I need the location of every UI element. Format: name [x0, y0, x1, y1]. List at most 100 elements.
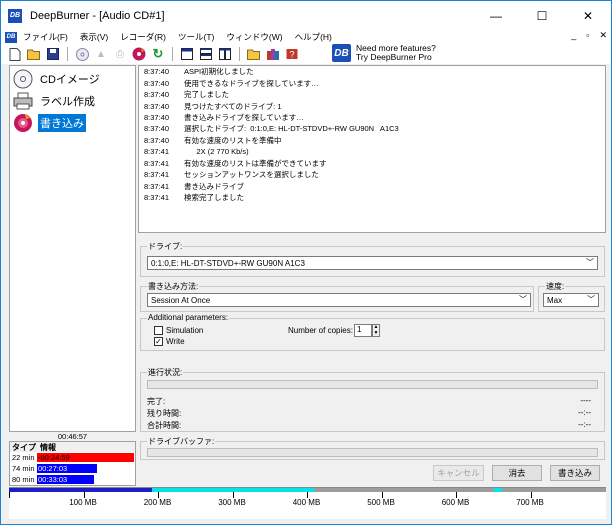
- app-icon: DB: [8, 8, 22, 23]
- nav-item-burn[interactable]: 書き込み: [12, 112, 86, 134]
- stepper-arrows-icon[interactable]: ▲ ▼: [372, 324, 380, 337]
- params-label: Additional parameters:: [147, 313, 230, 322]
- nav-label-label: ラベル作成: [40, 96, 95, 108]
- log-entry: 8:37:40 見つけたすべてのドライブ: 1: [139, 100, 605, 111]
- log-entry: 8:37:41 書き込みドライブ: [139, 180, 605, 191]
- menu-window[interactable]: ウィンドウ(W): [220, 31, 288, 43]
- svg-text:?: ?: [289, 50, 294, 60]
- menu-view[interactable]: 表示(V): [74, 31, 114, 43]
- capacity-row: 22 min -00:24:59: [10, 452, 135, 463]
- drive-group: ドライブ: 0:1:0,E: HL-DT-STDVD+-RW GU90N A1C…: [140, 241, 605, 277]
- log-entry: 8:37:40 有効な速度のリストを準備中: [139, 135, 605, 146]
- log-time: 8:37:40: [144, 78, 170, 88]
- menu-tools[interactable]: ツール(T): [172, 31, 220, 43]
- open-icon[interactable]: [26, 46, 42, 62]
- log-message: 書き込みドライブを探しています…: [184, 112, 304, 122]
- deepburner-logo: DB: [332, 44, 351, 62]
- log-time: 8:37:40: [144, 101, 170, 111]
- close-button[interactable]: ✕: [565, 1, 611, 30]
- log-panel[interactable]: 8:37:40 ASPI初期化しました 8:37:40 使用できるなドライブを探してい…: [138, 65, 606, 233]
- burn-icon[interactable]: [131, 46, 147, 62]
- log-time: 8:37:40: [144, 67, 170, 77]
- menu-help[interactable]: ヘルプ(H): [289, 31, 338, 43]
- disc-icon[interactable]: [74, 46, 90, 62]
- copies-stepper[interactable]: 1 ▲ ▼: [354, 324, 380, 337]
- cancel-button[interactable]: キャンセル: [433, 465, 484, 481]
- log-entry: 8:37:40 選択したドライブ: 0:1:0,E: HL-DT-STDVD+-R…: [139, 123, 605, 134]
- simulation-checkbox[interactable]: Simulation: [154, 326, 203, 335]
- maximize-button[interactable]: ☐: [519, 1, 565, 30]
- folder-icon[interactable]: [246, 46, 262, 62]
- window-icon[interactable]: [179, 46, 195, 62]
- log-entry: 8:37:41 2X (2 770 Kb/s): [139, 146, 605, 157]
- complete-value: ----: [580, 396, 591, 405]
- ruler-label: 400 MB: [292, 498, 321, 507]
- new-icon[interactable]: [7, 46, 23, 62]
- drive-select[interactable]: 0:1:0,E: HL-DT-STDVD+-RW GU90N A1C3 ﹀: [147, 256, 598, 270]
- mdi-restore-button[interactable]: ▫: [586, 30, 589, 41]
- capacity-min: 80 min: [12, 475, 35, 484]
- checkbox-box: [154, 326, 163, 335]
- nav-label-burn: 書き込み: [38, 114, 86, 132]
- save-icon[interactable]: [45, 46, 61, 62]
- log-time: 8:37:40: [144, 124, 170, 134]
- log-time: 8:37:41: [144, 158, 170, 168]
- checkbox-box: ✓: [154, 337, 163, 346]
- mdi-doc-icon[interactable]: DB: [5, 31, 17, 43]
- printer-icon: [12, 90, 34, 112]
- log-message: 完了しました: [184, 90, 229, 100]
- capacity-table: タイプ 情報 22 min -00:24:59 74 min 00:27:03 …: [9, 441, 136, 486]
- log-message: 検索完了しました: [184, 193, 244, 203]
- erase-button[interactable]: 消去: [492, 465, 542, 481]
- ruler-label: 200 MB: [143, 498, 172, 507]
- capacity-min: 74 min: [12, 464, 35, 473]
- log-entry: 8:37:41 有効な速度のリストは準備ができています: [139, 158, 605, 169]
- help-icon[interactable]: ?: [284, 46, 300, 62]
- log-message: セッションアットワンスを選択しました: [184, 170, 319, 180]
- drive-group-label: ドライブ:: [147, 241, 184, 252]
- log-time: 8:37:41: [144, 193, 170, 203]
- menu-file[interactable]: ファイル(F): [17, 31, 74, 43]
- eject-icon[interactable]: ▲: [93, 46, 109, 62]
- chevron-down-icon: ﹀: [519, 295, 527, 304]
- menu-recorder[interactable]: レコーダ(R): [114, 31, 172, 43]
- log-message: 書き込みドライブ: [184, 181, 244, 191]
- toolbar: ▲ ⎙ ↻ ? DB Need more features? Try DeepB…: [1, 44, 611, 64]
- total-duration: 00:46:57: [57, 432, 88, 441]
- books-icon[interactable]: [265, 46, 281, 62]
- log-time: 8:37:40: [144, 112, 170, 122]
- tile-vertical-icon[interactable]: [217, 46, 233, 62]
- write-checkbox[interactable]: ✓ Write: [154, 337, 185, 346]
- speed-label: 速度:: [545, 281, 566, 292]
- ruler-label: 700 MB: [516, 498, 544, 507]
- nav-item-label[interactable]: ラベル作成: [12, 90, 97, 112]
- log-time: 8:37:41: [144, 170, 170, 180]
- burn-button[interactable]: 書き込み: [550, 465, 600, 481]
- pro-promo[interactable]: DB Need more features? Try DeepBurner Pr…: [332, 44, 436, 62]
- capacity-ruler: 100 MB 200 MB 300 MB 400 MB 500 MB 600 MB 700 …: [9, 487, 606, 519]
- capacity-bar: 00:33:03: [37, 475, 95, 484]
- log-entry: 8:37:40 書き込みドライブを探しています…: [139, 112, 605, 123]
- log-message: ASPI初期化しました: [184, 67, 254, 77]
- capacity-row: 74 min 00:27:03: [10, 463, 135, 474]
- nav-item-cd-image[interactable]: CDイメージ: [12, 68, 102, 90]
- print-icon[interactable]: ⎙: [112, 46, 128, 62]
- mdi-minimize-button[interactable]: _: [571, 30, 576, 41]
- speed-select[interactable]: Max ﹀: [543, 293, 599, 307]
- refresh-icon[interactable]: ↻: [150, 46, 166, 62]
- progress-group: 進行状況: 完了: ---- 残り時間: --:-- 合計時間: --:--: [140, 367, 605, 432]
- buffer-label: ドライブバッファ:: [147, 436, 216, 447]
- write-method-select[interactable]: Session At Once ﹀: [147, 293, 531, 307]
- title-bar[interactable]: DB DeepBurner - [Audio CD#1] — ☐ ✕: [1, 1, 611, 30]
- tile-horizontal-icon[interactable]: [198, 46, 214, 62]
- log-message: 使用できるなドライブを探しています…: [184, 78, 319, 88]
- nav-panel: CDイメージ ラベル作成 書き込み: [9, 65, 136, 432]
- params-group: Additional parameters: Simulation ✓ Writ…: [140, 313, 605, 351]
- minimize-button[interactable]: —: [473, 1, 519, 30]
- nav-label-cd-image: CDイメージ: [40, 74, 100, 86]
- buffer-group: ドライブバッファ:: [140, 436, 605, 460]
- mdi-close-button[interactable]: ✕: [599, 30, 607, 41]
- window-title: DeepBurner - [Audio CD#1]: [30, 9, 165, 22]
- chevron-down-icon: ﹀: [587, 295, 595, 304]
- log-time: 8:37:40: [144, 135, 170, 145]
